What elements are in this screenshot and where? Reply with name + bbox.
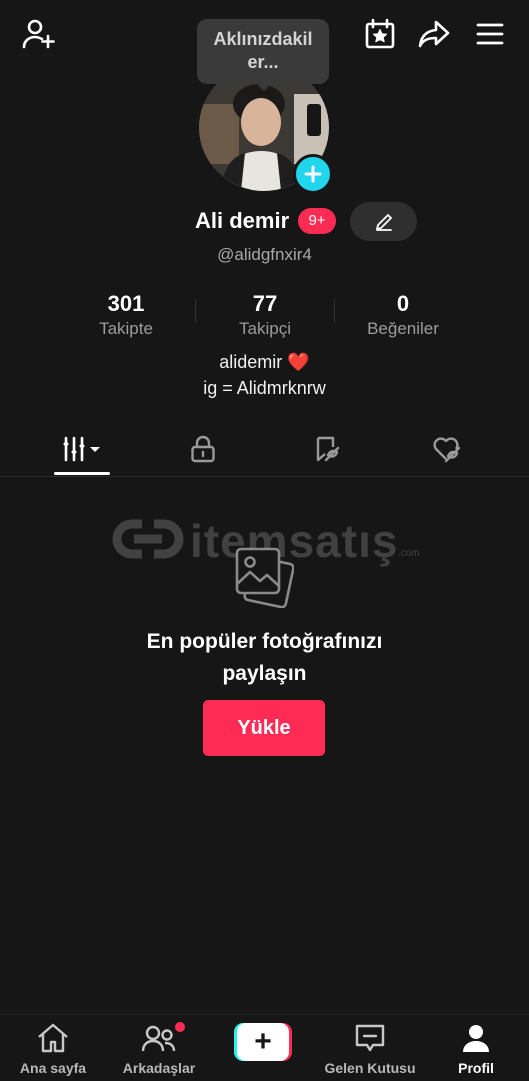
- nav-friends[interactable]: Arkadaşlar: [104, 1022, 214, 1076]
- stat-following-value: 301: [107, 291, 145, 316]
- nav-inbox-label: Gelen Kutusu: [324, 1060, 416, 1076]
- notification-badge[interactable]: 9+: [298, 208, 336, 234]
- watermark-text: itemsatış: [190, 515, 399, 567]
- nav-friends-label: Arkadaşlar: [122, 1060, 196, 1076]
- nav-profile[interactable]: Profil: [421, 1023, 529, 1076]
- bookmark-icon: [316, 436, 340, 462]
- stat-following[interactable]: 301 Takipte: [56, 291, 196, 339]
- empty-state-line-1: En popüler fotoğrafınızı: [146, 630, 383, 653]
- upload-button[interactable]: Yükle: [203, 700, 325, 756]
- nav-profile-label: Profil: [458, 1060, 494, 1076]
- friends-icon: [141, 1025, 176, 1052]
- profile-name: Ali demir: [195, 208, 290, 233]
- status-bubble-text: Aklınızdakil er...: [213, 29, 313, 72]
- nav-inbox[interactable]: Gelen Kutusu: [315, 1023, 425, 1076]
- home-icon: [38, 1023, 68, 1053]
- pencil-icon: [375, 213, 392, 231]
- photo-placeholder-icon: [234, 546, 295, 613]
- nav-home-label: Ana sayfa: [19, 1060, 87, 1076]
- stat-likes-label: Beğeniler: [367, 319, 439, 338]
- watermark-logo: [112, 519, 184, 559]
- bottom-nav: Ana sayfa Arkadaşlar + Gelen Kutusu Prof…: [0, 1014, 529, 1081]
- inbox-icon: [355, 1024, 385, 1052]
- empty-state-title: En popüler fotoğrafınızı paylaşın: [0, 626, 529, 690]
- stat-likes-value: 0: [396, 291, 410, 316]
- add-friend-button[interactable]: [20, 16, 56, 52]
- tab-liked[interactable]: [417, 432, 477, 466]
- active-tab-indicator: [54, 472, 110, 475]
- edit-profile-button[interactable]: [350, 202, 417, 241]
- lock-icon: [191, 435, 215, 463]
- tab-private[interactable]: [173, 432, 233, 466]
- bio-line-1: alidemir ❤️: [219, 352, 310, 372]
- tab-saved[interactable]: [297, 432, 357, 466]
- empty-state-line-2: paylaşın: [222, 662, 307, 685]
- create-button[interactable]: +: [234, 1023, 292, 1061]
- share-button[interactable]: [416, 16, 452, 52]
- menu-button[interactable]: [472, 16, 508, 52]
- stat-likes[interactable]: 0 Beğeniler: [333, 291, 473, 339]
- stat-followers[interactable]: 77 Takipçi: [195, 291, 335, 339]
- tab-divider: [0, 476, 529, 477]
- tab-videos[interactable]: [52, 432, 112, 466]
- create-button-label: +: [254, 1025, 272, 1058]
- stat-followers-label: Takipçi: [239, 319, 291, 338]
- watermark-domain: .com: [398, 548, 420, 559]
- stat-following-label: Takipte: [99, 319, 153, 338]
- calendar-star-icon: [365, 18, 395, 49]
- hamburger-menu-icon: [476, 23, 504, 45]
- plus-icon: [304, 165, 322, 183]
- nav-home[interactable]: Ana sayfa: [0, 1023, 108, 1076]
- username-handle: @alidgfnxir4: [217, 245, 312, 264]
- stat-followers-value: 77: [252, 291, 278, 316]
- create-plus-icon: +: [234, 1023, 292, 1061]
- friends-notification-dot: [175, 1022, 185, 1032]
- status-bubble[interactable]: Aklınızdakil er...: [197, 19, 329, 91]
- person-plus-icon: [22, 19, 55, 49]
- grid-bars-icon: [63, 436, 100, 462]
- bio-line-2: ig = Alidmrknrw: [203, 378, 326, 398]
- calendar-button[interactable]: [362, 16, 398, 52]
- heart-hidden-icon: [433, 437, 461, 463]
- add-photo-button[interactable]: [293, 154, 333, 194]
- share-arrow-icon: [418, 20, 450, 48]
- profile-icon: [463, 1025, 489, 1052]
